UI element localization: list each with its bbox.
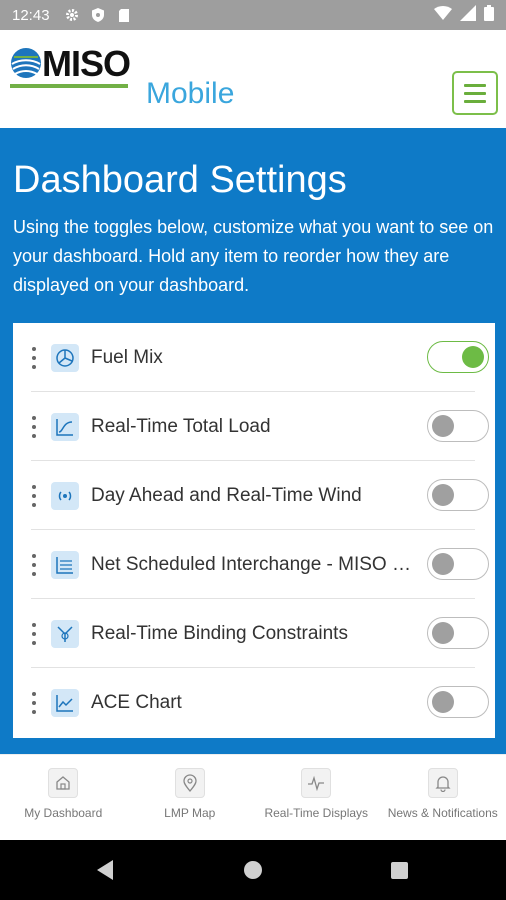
sd-card-icon: [116, 7, 132, 23]
home-icon: [48, 768, 79, 798]
setting-label: Fuel Mix: [91, 346, 163, 368]
setting-label: Net Scheduled Interchange - MISO F...: [91, 553, 417, 575]
setting-label: ACE Chart: [91, 691, 182, 713]
recent-apps-icon[interactable]: [391, 862, 408, 879]
menu-button[interactable]: [452, 71, 498, 115]
drag-handle-icon[interactable]: [31, 484, 37, 507]
page-description: Using the toggles below, customize what …: [13, 217, 494, 295]
day-ahead-wind-toggle[interactable]: [427, 479, 489, 511]
bottom-nav: My Dashboard LMP Map Real-Time Displays …: [0, 754, 506, 840]
setting-row-day-ahead-wind[interactable]: Day Ahead and Real-Time Wind: [31, 461, 489, 530]
nav-my-dashboard[interactable]: My Dashboard: [0, 755, 127, 840]
drag-handle-icon[interactable]: [31, 691, 37, 714]
fuel-mix-toggle[interactable]: [427, 341, 489, 373]
nav-label: Real-Time Displays: [264, 806, 369, 820]
drag-handle-icon[interactable]: [31, 415, 37, 438]
nav-label: My Dashboard: [24, 806, 103, 820]
binding-constraints-toggle[interactable]: [427, 617, 489, 649]
setting-label: Real-Time Binding Constraints: [91, 622, 348, 644]
bell-icon: [427, 768, 458, 798]
battery-icon: [484, 4, 494, 26]
logo-underline: [10, 84, 128, 88]
status-bar: 12:43: [0, 0, 506, 30]
interchange-icon: [51, 550, 79, 579]
nav-label: LMP Map: [164, 806, 216, 820]
setting-row-ace-chart[interactable]: ACE Chart: [31, 668, 489, 737]
ace-chart-toggle[interactable]: [427, 686, 489, 718]
nav-real-time-displays[interactable]: Real-Time Displays: [253, 755, 380, 840]
nav-label: News & Notifications: [387, 806, 498, 820]
hamburger-menu-icon: [464, 83, 486, 87]
constraints-icon: [51, 619, 79, 648]
fuel-mix-icon: [51, 343, 79, 372]
setting-row-binding-constraints[interactable]: Real-Time Binding Constraints: [31, 599, 489, 668]
page-title: Dashboard Settings: [13, 159, 347, 201]
nav-lmp-map[interactable]: LMP Map: [127, 755, 254, 840]
setting-label: Day Ahead and Real-Time Wind: [91, 484, 362, 506]
gear-icon: [64, 7, 80, 23]
setting-row-net-scheduled-interchange[interactable]: Net Scheduled Interchange - MISO F...: [31, 530, 489, 599]
shield-icon: [90, 7, 106, 23]
wind-icon: [51, 481, 79, 510]
map-pin-icon: [174, 768, 205, 798]
back-icon[interactable]: [97, 860, 113, 880]
wifi-icon: [434, 5, 452, 25]
settings-card: Fuel Mix Real-Time Total Load Day Ahead …: [13, 323, 495, 738]
miso-logo: MISO: [42, 43, 131, 84]
pulse-icon: [301, 768, 332, 798]
home-button-icon[interactable]: [244, 861, 262, 879]
drag-handle-icon[interactable]: [31, 622, 37, 645]
drag-handle-icon[interactable]: [31, 553, 37, 576]
miso-logo-icon: [10, 47, 42, 79]
signal-icon: [460, 4, 476, 26]
setting-row-fuel-mix[interactable]: Fuel Mix: [31, 323, 489, 392]
status-time: 12:43: [12, 6, 50, 24]
drag-handle-icon[interactable]: [31, 346, 37, 369]
ace-chart-icon: [51, 688, 79, 717]
app-label: Mobile: [146, 77, 235, 110]
load-chart-icon: [51, 412, 79, 441]
setting-row-real-time-total-load[interactable]: Real-Time Total Load: [31, 392, 489, 461]
nav-news-notifications[interactable]: News & Notifications: [380, 755, 506, 840]
real-time-total-load-toggle[interactable]: [427, 410, 489, 442]
setting-label: Real-Time Total Load: [91, 415, 271, 437]
net-scheduled-interchange-toggle[interactable]: [427, 548, 489, 580]
